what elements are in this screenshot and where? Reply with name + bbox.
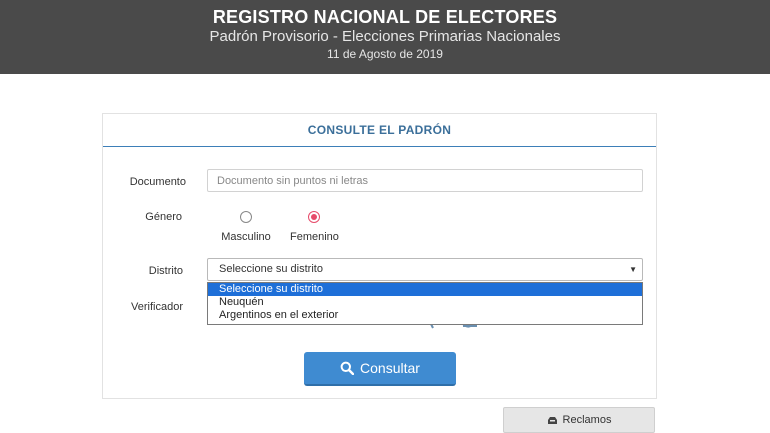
header-date: 11 de Agosto de 2019	[327, 47, 443, 61]
consultar-button-label: Consultar	[360, 360, 420, 376]
header-title: REGISTRO NACIONAL DE ELECTORES	[212, 7, 558, 27]
distrito-option[interactable]: Argentinos en el exterior	[208, 309, 642, 322]
distrito-dropdown-list: Seleccione su distrito Neuquén Argentino…	[207, 282, 643, 325]
panel-heading: CONSULTE EL PADRÓN	[103, 114, 656, 147]
genero-label: Género	[145, 211, 182, 223]
consultar-button[interactable]: Consultar	[304, 352, 456, 386]
dropdown-arrow-icon[interactable]: ▼	[629, 259, 637, 280]
radio-femenino[interactable]: Femenino	[290, 211, 339, 243]
header-subtitle: Padrón Provisorio - Elecciones Primarias…	[209, 28, 561, 45]
inbox-icon	[547, 416, 557, 424]
distrito-option[interactable]: Seleccione su distrito	[208, 283, 642, 296]
distrito-option[interactable]: Neuquén	[208, 296, 642, 309]
distrito-selected-value: Seleccione su distrito	[219, 263, 323, 275]
radio-femenino-circle[interactable]	[308, 211, 320, 223]
page-header: REGISTRO NACIONAL DE ELECTORES Padrón Pr…	[0, 0, 770, 74]
reclamos-button[interactable]: Reclamos	[503, 407, 655, 433]
consulta-panel: CONSULTE EL PADRÓN Documento Género Masc…	[102, 113, 657, 399]
search-icon	[340, 361, 355, 375]
radio-femenino-label: Femenino	[290, 231, 339, 243]
distrito-select[interactable]: Seleccione su distrito ▼	[207, 258, 643, 281]
documento-label: Documento	[129, 176, 186, 188]
radio-masculino-label: Masculino	[221, 231, 271, 243]
reclamos-button-label: Reclamos	[562, 414, 612, 426]
radio-masculino-circle[interactable]	[240, 211, 252, 223]
distrito-label: Distrito	[148, 265, 183, 277]
verificador-label: Verificador	[131, 301, 183, 313]
documento-input[interactable]	[207, 169, 643, 192]
radio-masculino[interactable]: Masculino	[219, 211, 273, 243]
